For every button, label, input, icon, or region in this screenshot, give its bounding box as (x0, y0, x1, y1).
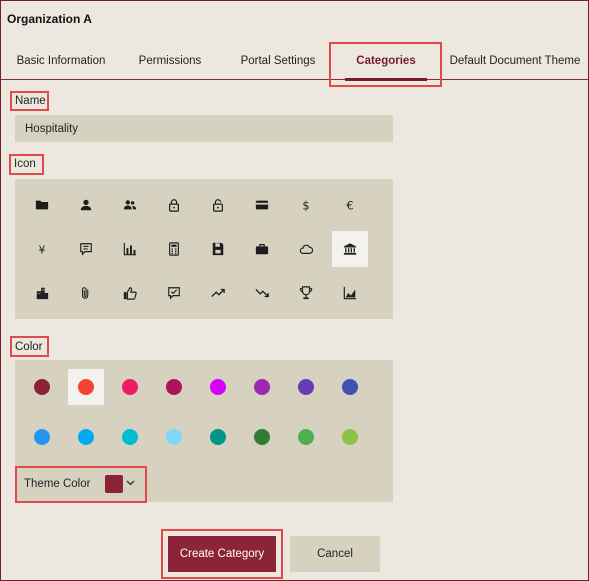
tab-bar: Basic Information Permissions Portal Set… (1, 42, 588, 81)
city-icon[interactable] (24, 275, 60, 311)
color-dot (34, 429, 50, 445)
color-swatch[interactable] (68, 419, 104, 455)
color-dot (78, 379, 94, 395)
color-dot (210, 379, 226, 395)
credit-card-icon[interactable] (244, 187, 280, 223)
briefcase-icon[interactable] (244, 231, 280, 267)
color-swatch[interactable] (24, 419, 60, 455)
create-category-button[interactable]: Create Category (168, 536, 276, 572)
dollar-icon[interactable]: $ (288, 187, 324, 223)
feedback-icon[interactable] (156, 275, 192, 311)
color-dot (342, 429, 358, 445)
color-dot (166, 429, 182, 445)
color-swatch[interactable] (24, 369, 60, 405)
cloud-icon[interactable] (288, 231, 324, 267)
area-chart-icon[interactable] (332, 275, 368, 311)
color-swatch[interactable] (288, 369, 324, 405)
calculator-icon[interactable] (156, 231, 192, 267)
lock-icon[interactable] (156, 187, 192, 223)
color-dot (210, 429, 226, 445)
name-input[interactable] (15, 115, 393, 142)
svg-text:€: € (346, 198, 353, 212)
attachment-icon[interactable] (68, 275, 104, 311)
theme-color-label: Theme Color (24, 478, 91, 490)
theme-color-swatch[interactable] (105, 475, 123, 493)
color-swatch[interactable] (112, 369, 148, 405)
trend-up-icon[interactable] (200, 275, 236, 311)
comment-icon[interactable] (68, 231, 104, 267)
dialog: Organization A Basic Information Permiss… (0, 0, 589, 581)
tab-permissions[interactable]: Permissions (131, 42, 209, 80)
color-dot (254, 379, 270, 395)
tab-portal-settings[interactable]: Portal Settings (233, 42, 323, 80)
color-swatch[interactable] (156, 419, 192, 455)
name-label: Name (15, 95, 46, 107)
color-dot (342, 379, 358, 395)
color-swatch[interactable] (200, 419, 236, 455)
color-swatch[interactable] (244, 369, 280, 405)
euro-icon[interactable]: € (332, 187, 368, 223)
color-swatch[interactable] (200, 369, 236, 405)
color-dot (166, 379, 182, 395)
trend-down-icon[interactable] (244, 275, 280, 311)
save-icon[interactable] (200, 231, 236, 267)
color-dot (34, 379, 50, 395)
color-swatch[interactable] (332, 369, 368, 405)
color-swatch[interactable] (112, 419, 148, 455)
cancel-button[interactable]: Cancel (290, 536, 380, 572)
color-dot (254, 429, 270, 445)
color-swatch[interactable] (68, 369, 104, 405)
tab-categories[interactable]: Categories (331, 42, 441, 81)
chevron-down-icon[interactable] (126, 478, 135, 489)
people-icon[interactable] (112, 187, 148, 223)
svg-text:¥: ¥ (39, 244, 46, 256)
color-dot (298, 429, 314, 445)
color-dot (122, 429, 138, 445)
color-dot (78, 429, 94, 445)
trophy-icon[interactable] (288, 275, 324, 311)
color-label: Color (15, 341, 43, 353)
color-dot (298, 379, 314, 395)
folder-icon[interactable] (24, 187, 60, 223)
color-swatch[interactable] (244, 419, 280, 455)
tab-default-document-theme[interactable]: Default Document Theme (449, 42, 581, 80)
thumbs-up-icon[interactable] (112, 275, 148, 311)
icon-picker: $ € ¥ (15, 179, 393, 319)
org-title: Organization A (7, 12, 92, 26)
yen-icon[interactable]: ¥ (24, 231, 60, 267)
tab-basic-information[interactable]: Basic Information (9, 42, 113, 80)
bank-icon[interactable] (332, 231, 368, 267)
color-swatch[interactable] (288, 419, 324, 455)
unlock-icon[interactable] (200, 187, 236, 223)
color-swatch[interactable] (332, 419, 368, 455)
color-dot (122, 379, 138, 395)
bar-chart-icon[interactable] (112, 231, 148, 267)
icon-label: Icon (14, 158, 36, 170)
color-swatch[interactable] (156, 369, 192, 405)
svg-text:$: $ (302, 198, 309, 212)
person-icon[interactable] (68, 187, 104, 223)
